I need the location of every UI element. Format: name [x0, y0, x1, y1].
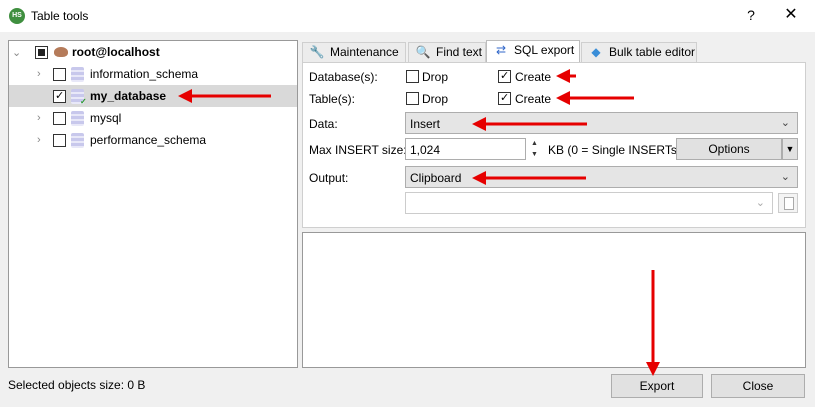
chevron-right-icon[interactable]: ›	[37, 68, 41, 80]
tree-label-performance-schema: performance_schema	[90, 133, 207, 147]
tab-label-sql-export: SQL export	[514, 43, 575, 57]
output-target-select[interactable]: ⌄	[405, 192, 773, 214]
title-bar: HS Table tools ? ✕	[0, 0, 815, 32]
tree-label-mysql: mysql	[90, 111, 122, 125]
max-insert-size-stepper[interactable]: ▲ ▼	[528, 138, 541, 160]
tab-find-text[interactable]: 🔍 Find text	[408, 42, 486, 63]
tree-label-my-database: my_database	[90, 89, 167, 103]
tree-label-information-schema: information_schema	[90, 67, 199, 81]
options-dropdown-arrow-icon[interactable]: ▼	[782, 138, 798, 160]
database-icon: ✓	[71, 89, 87, 106]
export-button[interactable]: Export	[611, 374, 703, 398]
tab-sql-export[interactable]: ⇄ SQL export	[486, 40, 580, 64]
max-insert-size-label: Max INSERT size:	[309, 143, 407, 157]
tab-label-bulk-table-editor: Bulk table editor	[609, 45, 696, 59]
spin-down-icon[interactable]: ▼	[528, 149, 541, 160]
window-close-button[interactable]: ✕	[776, 3, 806, 27]
tab-label-maintenance: Maintenance	[330, 45, 399, 59]
close-button[interactable]: Close	[711, 374, 805, 398]
max-insert-size-input[interactable]: 1,024	[405, 138, 526, 160]
data-select[interactable]: Insert ⌄	[405, 112, 798, 134]
checkmark-icon: ✓	[80, 97, 87, 106]
tab-maintenance[interactable]: 🔧 Maintenance	[302, 42, 406, 63]
max-insert-size-value: 1,024	[410, 143, 441, 157]
data-label: Data:	[309, 117, 338, 131]
tab-bulk-table-editor[interactable]: ◆ Bulk table editor	[581, 42, 697, 63]
magnifier-icon: 🔍	[415, 45, 431, 59]
tree-label-root: root@localhost	[72, 45, 160, 59]
results-log[interactable]	[302, 232, 806, 368]
tree-node-mysql[interactable]: › mysql	[9, 107, 297, 129]
mysql-dolphin-icon	[54, 47, 68, 57]
tables-label: Table(s):	[309, 92, 356, 106]
options-button[interactable]: Options	[676, 138, 782, 160]
output-select[interactable]: Clipboard ⌄	[405, 166, 798, 188]
tree-checkbox-mysql[interactable]	[53, 112, 66, 125]
wrench-icon: 🔧	[309, 45, 325, 59]
database-icon	[71, 133, 84, 148]
tree-node-root[interactable]: ⌄ root@localhost	[9, 41, 297, 63]
chevron-right-icon[interactable]: ›	[37, 134, 41, 146]
databases-drop-checkbox[interactable]	[406, 70, 419, 83]
output-label: Output:	[309, 171, 349, 185]
tree-checkbox-performance-schema[interactable]	[53, 134, 66, 147]
table-stack-icon: ◆	[591, 45, 601, 59]
window-title: Table tools	[31, 9, 89, 23]
help-button[interactable]: ?	[738, 3, 764, 27]
databases-drop-label[interactable]: Drop	[422, 70, 448, 84]
browse-file-icon[interactable]	[778, 193, 798, 213]
tree-checkbox-my-database[interactable]	[53, 89, 66, 103]
tables-create-label[interactable]: Create	[515, 92, 551, 106]
tree-checkbox-root[interactable]	[35, 46, 48, 59]
app-logo-icon: HS	[9, 8, 25, 24]
chevron-down-icon: ⌄	[780, 117, 790, 129]
tree-node-information-schema[interactable]: › information_schema	[9, 63, 297, 85]
databases-create-label[interactable]: Create	[515, 70, 551, 84]
tables-drop-checkbox[interactable]	[406, 92, 419, 105]
tables-create-checkbox[interactable]	[498, 91, 511, 105]
export-arrows-icon: ⇄	[495, 43, 507, 57]
tree-node-my-database[interactable]: ✓ my_database	[9, 85, 297, 107]
tab-label-find-text: Find text	[436, 45, 483, 59]
output-select-value: Clipboard	[410, 171, 462, 185]
selected-objects-size: Selected objects size: 0 B	[8, 378, 146, 392]
tables-drop-label[interactable]: Drop	[422, 92, 448, 106]
databases-create-checkbox[interactable]	[498, 69, 511, 83]
databases-label: Database(s):	[309, 70, 378, 84]
spin-up-icon[interactable]: ▲	[528, 138, 541, 149]
chevron-down-icon: ⌄	[755, 197, 765, 209]
max-insert-size-unit: KB (0 = Single INSERTs)	[548, 143, 681, 157]
chevron-down-icon: ⌄	[780, 171, 790, 183]
chevron-down-icon[interactable]: ⌄	[12, 46, 21, 59]
data-select-value: Insert	[410, 117, 441, 131]
tree-node-performance-schema[interactable]: › performance_schema	[9, 129, 297, 151]
chevron-right-icon[interactable]: ›	[37, 112, 41, 124]
database-tree[interactable]: ⌄ root@localhost › information_schema ✓ …	[8, 40, 298, 368]
database-icon	[71, 111, 84, 126]
database-icon	[71, 67, 84, 82]
tree-checkbox-information-schema[interactable]	[53, 68, 66, 81]
